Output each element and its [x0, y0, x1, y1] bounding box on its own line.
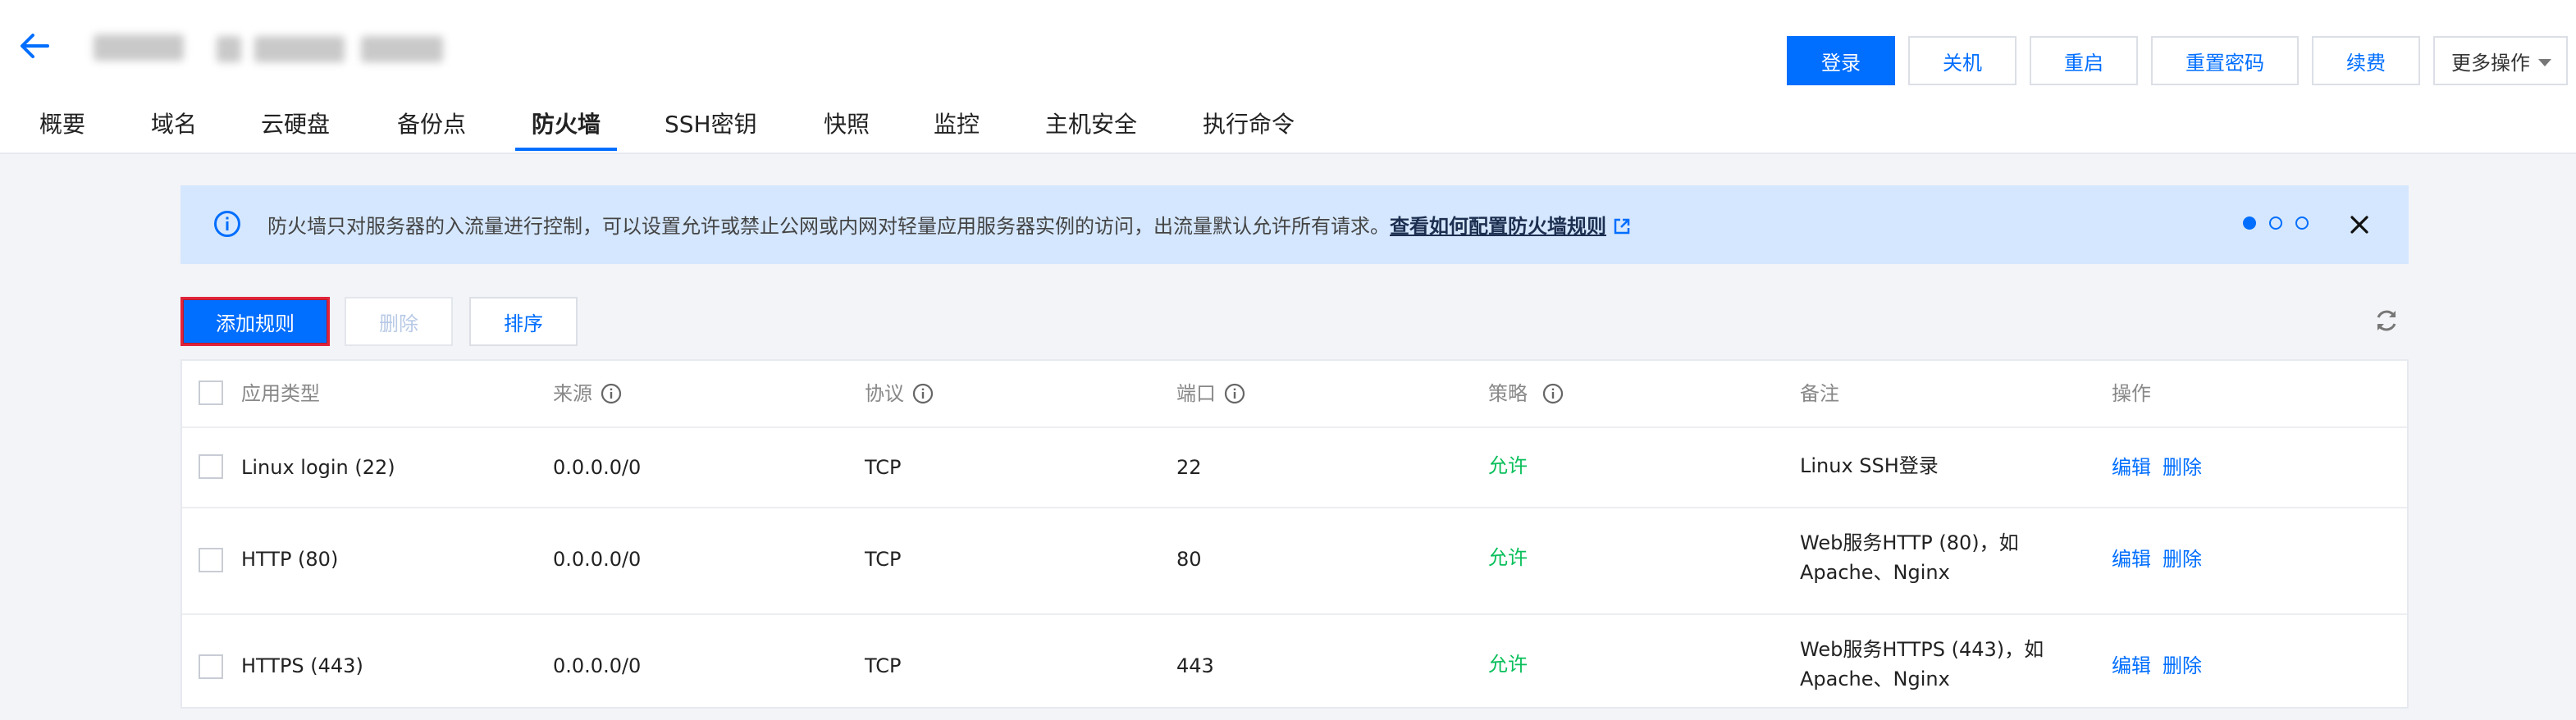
- info-icon: [214, 211, 240, 237]
- header-protocol-label: 协议: [865, 382, 904, 405]
- top-header: 登录 关机 重启 重置密码 续费 更多操作 概要 域名 云硬盘 备份点 防火墙 …: [0, 0, 2576, 154]
- notice-message: 防火墙只对服务器的入流量进行控制，可以设置允许或禁止公网或内网对轻量应用服务器实…: [267, 210, 1631, 239]
- notice-text: 防火墙只对服务器的入流量进行控制，可以设置允许或禁止公网或内网对轻量应用服务器实…: [267, 215, 1390, 238]
- row-policy: 允许: [1488, 653, 1528, 676]
- row-policy: 允许: [1488, 454, 1528, 477]
- header-app-type: 应用类型: [241, 382, 320, 405]
- header-remark: 备注: [1800, 382, 1839, 405]
- row-app-type: Linux login (22): [241, 456, 395, 479]
- caret-down-icon: [2538, 59, 2551, 66]
- row-source: 0.0.0.0/0: [553, 654, 642, 677]
- tab-host-security[interactable]: 主机安全: [1045, 107, 1137, 153]
- instance-name-redacted: [94, 30, 446, 66]
- row-remark: Linux SSH登录: [1800, 454, 1939, 477]
- add-rule-button[interactable]: 添加规则: [180, 297, 330, 346]
- more-actions-dropdown[interactable]: 更多操作: [2433, 36, 2568, 85]
- port-info-icon[interactable]: [1224, 383, 1245, 404]
- row-checkbox[interactable]: [199, 654, 223, 679]
- source-info-icon[interactable]: [601, 383, 622, 404]
- login-button[interactable]: 登录: [1787, 36, 1895, 85]
- delete-link[interactable]: 删除: [2163, 651, 2202, 681]
- header-policy-label: 策略: [1488, 382, 1528, 405]
- row-remark-line2: Apache、Nginx: [1800, 561, 1950, 584]
- edit-link[interactable]: 编辑: [2112, 651, 2151, 681]
- carousel-dot-active[interactable]: [2243, 216, 2256, 230]
- policy-info-icon[interactable]: [1542, 383, 1564, 404]
- tab-ssh-key[interactable]: SSH密钥: [665, 107, 757, 153]
- header-policy: 策略: [1488, 379, 1564, 408]
- row-app-type: HTTPS (443): [241, 654, 363, 677]
- tab-overview[interactable]: 概要: [39, 107, 85, 153]
- reset-password-button[interactable]: 重置密码: [2151, 36, 2299, 85]
- firewall-guide-link[interactable]: 查看如何配置防火墙规则: [1390, 215, 1606, 238]
- tab-firewall[interactable]: 防火墙: [532, 107, 601, 153]
- tab-run-command[interactable]: 执行命令: [1203, 107, 1295, 153]
- carousel-dot[interactable]: [2295, 216, 2309, 230]
- table-row: Linux login (22) 0.0.0.0/0 TCP 22 允许 Lin…: [182, 426, 2407, 508]
- tab-monitor[interactable]: 监控: [934, 107, 980, 153]
- tab-snapshot[interactable]: 快照: [824, 107, 870, 153]
- table-row: HTTPS (443) 0.0.0.0/0 TCP 443 允许 Web服务HT…: [182, 613, 2407, 720]
- row-protocol: TCP: [865, 654, 902, 677]
- header-source-label: 来源: [553, 382, 592, 405]
- row-checkbox[interactable]: [199, 548, 223, 572]
- refresh-icon[interactable]: [2373, 307, 2400, 335]
- tab-cloud-disk[interactable]: 云硬盘: [261, 107, 330, 153]
- row-port: 80: [1176, 548, 1202, 571]
- row-port: 443: [1176, 654, 1214, 677]
- header-port-label: 端口: [1176, 382, 1216, 405]
- row-checkbox[interactable]: [199, 454, 223, 479]
- protocol-info-icon[interactable]: [912, 383, 934, 404]
- more-actions-label: 更多操作: [2451, 51, 2530, 75]
- restart-button[interactable]: 重启: [2030, 36, 2138, 85]
- edit-link[interactable]: 编辑: [2112, 545, 2151, 574]
- tab-backup[interactable]: 备份点: [397, 107, 466, 153]
- renew-button[interactable]: 续费: [2312, 36, 2420, 85]
- row-port: 22: [1176, 456, 1202, 479]
- active-tab-indicator: [515, 148, 617, 151]
- row-policy: 允许: [1488, 546, 1528, 569]
- delete-link[interactable]: 删除: [2163, 545, 2202, 574]
- close-icon[interactable]: [2346, 212, 2373, 238]
- carousel-dot[interactable]: [2269, 216, 2282, 230]
- row-protocol: TCP: [865, 548, 902, 571]
- row-remark-line1: Web服务HTTPS (443)，如: [1800, 638, 2044, 661]
- row-remark-line1: Web服务HTTP (80)，如: [1800, 531, 2019, 554]
- delete-button[interactable]: 删除: [345, 297, 453, 346]
- row-remark-line2: Apache、Nginx: [1800, 668, 1950, 690]
- back-arrow-icon[interactable]: [16, 28, 53, 64]
- delete-link[interactable]: 删除: [2163, 453, 2202, 482]
- row-protocol: TCP: [865, 456, 902, 479]
- row-source: 0.0.0.0/0: [553, 548, 642, 571]
- row-source: 0.0.0.0/0: [553, 456, 642, 479]
- select-all-checkbox[interactable]: [199, 381, 223, 405]
- header-port: 端口: [1176, 379, 1245, 408]
- tab-domain[interactable]: 域名: [151, 107, 197, 153]
- header-protocol: 协议: [865, 379, 934, 408]
- row-app-type: HTTP (80): [241, 548, 339, 571]
- table-header-row: 应用类型 来源 协议 端口 策略 备注 操作: [182, 361, 2407, 428]
- header-operation: 操作: [2112, 382, 2151, 405]
- edit-link[interactable]: 编辑: [2112, 453, 2151, 482]
- header-source: 来源: [553, 379, 622, 408]
- table-row: HTTP (80) 0.0.0.0/0 TCP 80 允许 Web服务HTTP …: [182, 507, 2407, 615]
- external-link-icon[interactable]: [1613, 217, 1631, 235]
- sort-button[interactable]: 排序: [469, 297, 578, 346]
- shutdown-button[interactable]: 关机: [1908, 36, 2016, 85]
- firewall-rules-table: 应用类型 来源 协议 端口 策略 备注 操作 Linux login (22) …: [180, 359, 2409, 709]
- firewall-notice-banner: 防火墙只对服务器的入流量进行控制，可以设置允许或禁止公网或内网对轻量应用服务器实…: [180, 185, 2409, 264]
